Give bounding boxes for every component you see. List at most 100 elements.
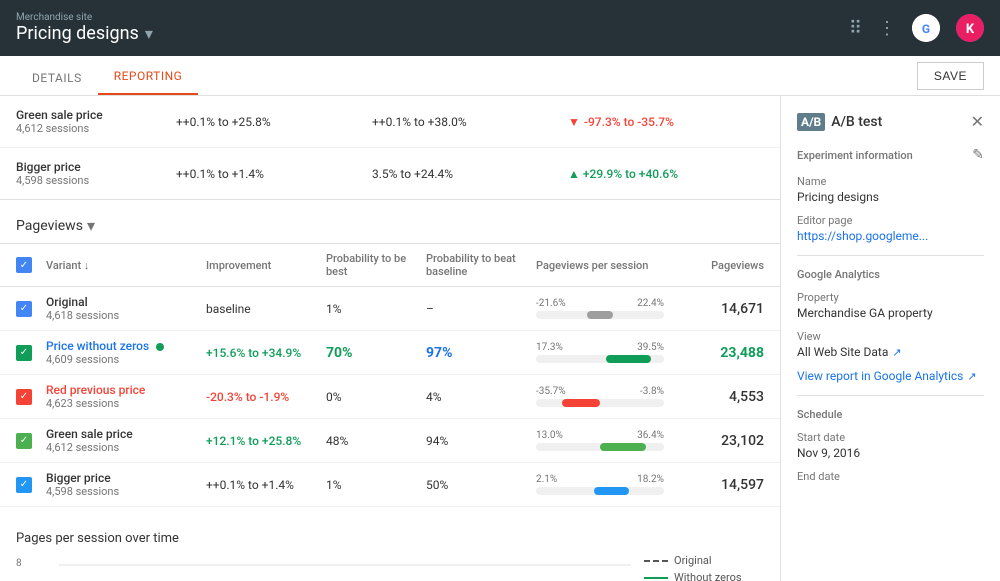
name-label: Name xyxy=(797,175,984,188)
row-pageviews-2: 4,553 xyxy=(664,389,764,405)
schedule-section: Schedule xyxy=(797,408,984,421)
legend-line-original xyxy=(644,560,668,562)
row-prob-beat-4: 50% xyxy=(426,478,536,492)
ab-icon: A/B xyxy=(797,113,825,131)
title-dropdown-icon[interactable]: ▾ xyxy=(145,24,153,43)
external-link-icon-2: ↗ xyxy=(967,370,976,383)
row-checkbox-2[interactable]: ✓ xyxy=(16,389,46,405)
divider-2 xyxy=(797,395,984,396)
name-row: Name Pricing designs xyxy=(797,175,984,204)
save-button[interactable]: SAVE xyxy=(917,62,984,90)
property-label: Property xyxy=(797,291,984,304)
sparkline-bar-1 xyxy=(536,355,664,363)
editor-page-label: Editor page xyxy=(797,214,984,227)
chart-title: Pages per session over time xyxy=(16,531,764,546)
row-checkbox-4[interactable]: ✓ xyxy=(16,477,46,493)
summary-row-name-2: Bigger price 4,598 sessions xyxy=(16,160,176,187)
down-arrow-icon: ▼ xyxy=(568,115,580,129)
user-avatar[interactable]: K xyxy=(956,14,984,42)
summary-col2: ++0.1% to +38.0% xyxy=(372,115,568,129)
editor-page-row: Editor page https://shop.googleme... xyxy=(797,214,984,243)
green-dot-icon xyxy=(156,343,164,351)
header-right: ⠿ ⋮ G K xyxy=(849,14,984,42)
property-value: Merchandise GA property xyxy=(797,306,984,320)
start-date-value: Nov 9, 2016 xyxy=(797,446,984,460)
row-prob-best-0: 1% xyxy=(326,302,426,316)
row-improvement-4: ++0.1% to +1.4% xyxy=(206,478,326,492)
variant-col-header[interactable]: Variant ↓ xyxy=(46,259,206,272)
pv-per-session-col-header: Pageviews per session xyxy=(536,259,664,272)
tab-reporting[interactable]: REPORTING xyxy=(98,69,199,95)
view-report-link[interactable]: View report in Google Analytics ↗ xyxy=(797,369,984,383)
app-header: Merchandise site Pricing designs ▾ ⠿ ⋮ G… xyxy=(0,0,1000,56)
select-all-checkbox[interactable]: ✓ xyxy=(16,257,32,273)
row-prob-best-1: 70% xyxy=(326,345,426,361)
row-pageviews-4: 14,597 xyxy=(664,477,764,493)
header-left: Merchandise site Pricing designs ▾ xyxy=(16,12,153,44)
pageviews-dropdown-icon[interactable]: ▾ xyxy=(87,216,95,235)
legend-line-green xyxy=(644,577,668,579)
summary-col2-2: 3.5% to +24.4% xyxy=(372,167,568,181)
row-variant-3: Green sale price 4,612 sessions xyxy=(46,427,206,454)
row-checkbox-3[interactable]: ✓ xyxy=(16,433,46,449)
row-spark-4: 2.1% 18.2% xyxy=(536,474,664,495)
schedule-label: Schedule xyxy=(797,408,984,421)
row-improvement-1: +15.6% to +34.9% xyxy=(206,346,326,360)
page-title-group: Pricing designs ▾ xyxy=(16,23,153,44)
start-date-row: Start date Nov 9, 2016 xyxy=(797,431,984,460)
row-prob-best-2: 0% xyxy=(326,390,426,404)
improvement-col-header: Improvement xyxy=(206,259,326,272)
summary-row-name: Green sale price 4,612 sessions xyxy=(16,108,176,135)
summary-table: Green sale price 4,612 sessions ++0.1% t… xyxy=(0,96,780,200)
svg-text:K: K xyxy=(966,22,975,37)
table-row: ✓ Green sale price 4,612 sessions +12.1%… xyxy=(0,419,780,463)
view-report-row[interactable]: View report in Google Analytics ↗ xyxy=(797,369,984,383)
site-name: Merchandise site xyxy=(16,12,153,23)
table-header: ✓ Variant ↓ Improvement Probability to b… xyxy=(0,244,780,287)
table-row: ✓ Red previous price 4,623 sessions -20.… xyxy=(0,375,780,419)
pageviews-section: Pageviews ▾ ✓ Variant ↓ Improvement Prob… xyxy=(0,200,780,515)
experiment-info-label: Experiment information xyxy=(797,149,913,162)
chart-legend: Original Without zeros Red previous pric… xyxy=(644,554,764,581)
chart-area: 8 6 4 2 xyxy=(16,554,764,581)
property-row: Property Merchandise GA property xyxy=(797,291,984,320)
panel-header: A/B A/B test ✕ xyxy=(797,112,984,131)
row-prob-beat-2: 4% xyxy=(426,390,536,404)
row-spark-3: 13.0% 36.4% xyxy=(536,430,664,451)
divider-1 xyxy=(797,255,984,256)
page-title: Pricing designs xyxy=(16,23,139,44)
row-checkbox-1[interactable]: ✓ xyxy=(16,345,46,361)
pageviews-title: Pageviews xyxy=(16,218,83,234)
view-row: View All Web Site Data ↗ xyxy=(797,330,984,359)
summary-row-bigger-price: Bigger price 4,598 sessions ++0.1% to +1… xyxy=(0,148,780,199)
table-row: ✓ Original 4,618 sessions baseline 1% – … xyxy=(0,287,780,331)
edit-icon[interactable]: ✎ xyxy=(972,147,984,163)
editor-page-value[interactable]: https://shop.googleme... xyxy=(797,229,984,243)
row-prob-beat-1: 97% xyxy=(426,345,536,361)
content-area: Green sale price 4,612 sessions ++0.1% t… xyxy=(0,96,780,581)
row-variant-4: Bigger price 4,598 sessions xyxy=(46,471,206,498)
table-row: ✓ Bigger price 4,598 sessions ++0.1% to … xyxy=(0,463,780,507)
apps-icon[interactable]: ⠿ xyxy=(849,18,862,39)
row-spark-1: 17.3% 39.5% xyxy=(536,342,664,363)
prob-best-col-header: Probability to be best xyxy=(326,252,426,278)
row-variant-2: Red previous price 4,623 sessions xyxy=(46,383,206,410)
google-icon: G xyxy=(912,14,940,42)
row-prob-best-3: 48% xyxy=(326,434,426,448)
sparkline-bar-0 xyxy=(536,311,664,319)
start-date-label: Start date xyxy=(797,431,984,444)
name-value: Pricing designs xyxy=(797,190,984,204)
row-checkbox-0[interactable]: ✓ xyxy=(16,301,46,317)
main-layout: Green sale price 4,612 sessions ++0.1% t… xyxy=(0,96,1000,581)
sparkline-bar-2 xyxy=(536,399,664,407)
row-prob-beat-0: – xyxy=(426,302,536,316)
more-options-icon[interactable]: ⋮ xyxy=(878,18,896,39)
close-icon[interactable]: ✕ xyxy=(971,112,984,131)
ga-section: Google Analytics xyxy=(797,268,984,281)
row-improvement-0: baseline xyxy=(206,302,326,316)
tab-details[interactable]: DETAILS xyxy=(16,71,98,95)
checkbox-col-header: ✓ xyxy=(16,257,46,273)
sparkline-bar-4 xyxy=(536,487,664,495)
pageviews-col-header: Pageviews xyxy=(664,259,764,272)
row-spark-0: -21.6% 22.4% xyxy=(536,298,664,319)
